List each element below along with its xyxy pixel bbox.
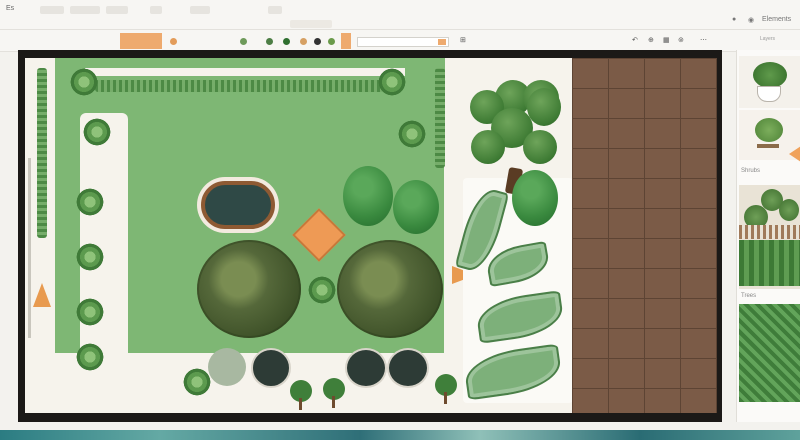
stepping-disc[interactable] <box>387 348 429 388</box>
asset-hedge[interactable] <box>739 304 800 402</box>
fence-icon <box>739 225 800 239</box>
small-tree-trunk <box>299 398 302 410</box>
asset-panel: Shrubs Trees <box>736 50 800 422</box>
asset-label: Shrubs <box>741 168 761 174</box>
fern-plant[interactable] <box>395 120 429 148</box>
fern-plant[interactable] <box>80 118 114 146</box>
small-tree-trunk <box>332 396 335 408</box>
tool-dot-orange[interactable] <box>170 38 177 45</box>
wood-deck[interactable] <box>572 58 717 413</box>
plant-icon <box>753 62 787 88</box>
menu-item-view[interactable] <box>106 6 128 14</box>
app-name: Es <box>6 5 15 12</box>
small-tree-trunk <box>444 392 447 404</box>
menu-item-edit[interactable] <box>70 6 100 14</box>
search-input[interactable] <box>357 37 449 47</box>
tool-dot-green-2[interactable] <box>266 38 273 45</box>
search-accent-icon <box>438 39 446 45</box>
asset-garden-scene[interactable] <box>739 185 800 289</box>
layers-label: Layers <box>760 36 776 42</box>
undo-icon[interactable]: ↶ <box>632 36 638 44</box>
tree-icon <box>779 199 799 221</box>
toolbar: ⊞ ↶ ⊕ ▦ ⊚ ⋯ Layers <box>0 30 800 52</box>
stepping-disc[interactable] <box>345 348 387 388</box>
path-top <box>85 68 405 76</box>
panel-collapse-icon[interactable] <box>789 146 800 162</box>
menu-bar: Es ● ◉ Elements <box>0 0 800 30</box>
hedge-row-top[interactable] <box>95 80 395 92</box>
tool-dot-green-4[interactable] <box>328 38 335 45</box>
tool-button-active[interactable] <box>120 33 162 49</box>
round-tree[interactable] <box>197 240 301 338</box>
fern-plant[interactable] <box>375 68 409 96</box>
fern-plant[interactable] <box>73 243 107 271</box>
hedge-column-left[interactable] <box>37 68 47 238</box>
tool-dot-dark[interactable] <box>314 38 321 45</box>
shrub[interactable] <box>393 180 439 234</box>
settings-icon[interactable]: ● <box>732 16 736 23</box>
stepping-disc[interactable] <box>251 348 291 388</box>
pond[interactable] <box>201 181 275 229</box>
menu-item-extra[interactable] <box>268 6 282 14</box>
shrub[interactable] <box>343 166 393 226</box>
tool-dot-tan[interactable] <box>300 38 307 45</box>
hedge-icon <box>739 240 800 286</box>
fern-plant[interactable] <box>305 276 339 304</box>
asset-label: Trees <box>741 293 757 299</box>
user-icon[interactable]: ◉ <box>748 16 754 24</box>
zoom-icon[interactable]: ⊕ <box>648 36 654 44</box>
tree-canopy <box>527 88 561 126</box>
tree-canopy <box>523 130 557 164</box>
menu-item-help[interactable] <box>190 6 210 14</box>
soil-icon <box>757 144 779 148</box>
water-strip <box>0 430 800 440</box>
pot-icon <box>757 86 781 102</box>
fern-plant[interactable] <box>67 68 101 96</box>
tool-dot-green[interactable] <box>240 38 247 45</box>
round-tree[interactable] <box>337 240 443 338</box>
tool-button-orange[interactable] <box>341 33 351 49</box>
tool-dot-green-3[interactable] <box>283 38 290 45</box>
fern-plant[interactable] <box>73 298 107 326</box>
orange-arrow-left[interactable] <box>33 283 51 307</box>
garden-canvas[interactable] <box>25 58 717 413</box>
elements-label: Elements <box>762 16 792 23</box>
filter-icon[interactable]: ⊞ <box>460 36 466 44</box>
stepping-disc[interactable] <box>208 348 246 386</box>
grid-icon[interactable]: ▦ <box>663 36 670 44</box>
document-tab[interactable] <box>290 20 332 28</box>
asset-potted-plant[interactable] <box>739 56 800 108</box>
menu-item-tools[interactable] <box>150 6 162 14</box>
fern-plant[interactable] <box>73 343 107 371</box>
more-icon[interactable]: ⋯ <box>700 36 707 44</box>
edge-line <box>28 158 31 338</box>
fern-plant[interactable] <box>73 188 107 216</box>
seedling-icon <box>755 118 783 142</box>
shrub[interactable] <box>512 170 558 226</box>
lock-icon[interactable]: ⊚ <box>678 36 684 44</box>
menu-item-file[interactable] <box>40 6 64 14</box>
hedge-column-right[interactable] <box>435 68 445 168</box>
tree-canopy <box>471 130 505 164</box>
